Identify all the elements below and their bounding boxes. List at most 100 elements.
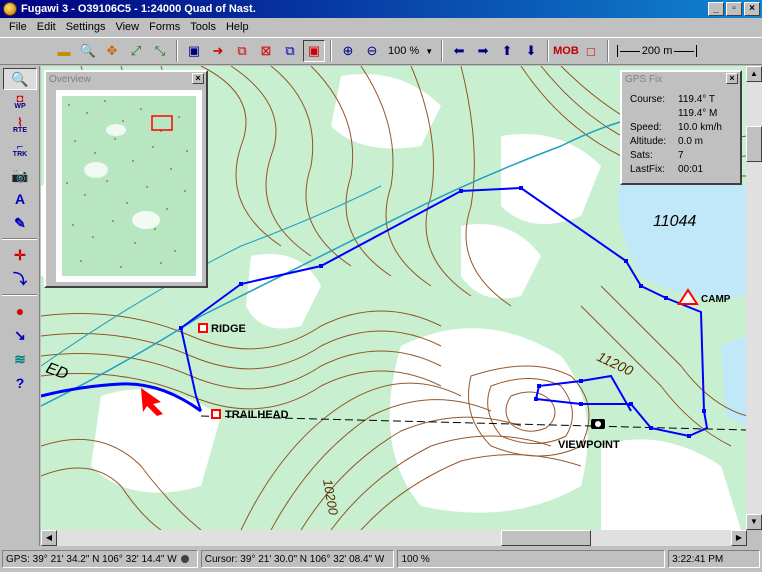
text-tool-icon[interactable]: A bbox=[3, 188, 37, 210]
maximize-button[interactable]: ▫ bbox=[726, 2, 742, 16]
cursor-position-status: Cursor: 39° 21' 30.0" N 106° 32' 08.4" W bbox=[200, 550, 395, 568]
scroll-left-arrow[interactable]: ◀ bbox=[41, 530, 57, 546]
rte-label: RTE bbox=[13, 127, 27, 134]
mob-square-icon[interactable]: □ bbox=[580, 40, 602, 62]
gps-row: LastFix: 00:01 bbox=[630, 162, 722, 176]
vertical-scroll-thumb[interactable] bbox=[746, 126, 762, 162]
zoom-dropdown[interactable]: 100 % ▼ bbox=[384, 45, 437, 57]
gps-label: LastFix: bbox=[630, 163, 666, 175]
gps-fix-title-bar[interactable]: GPS Fix × bbox=[622, 72, 740, 86]
overview-map-canvas[interactable] bbox=[56, 90, 202, 282]
overview-close-button[interactable]: × bbox=[192, 73, 204, 84]
scale-bar: 200 m bbox=[616, 45, 698, 57]
crosshair-icon[interactable]: ✛ bbox=[3, 244, 37, 266]
gps-value: 119.4° M bbox=[678, 107, 718, 119]
route-tool[interactable]: ⌇ RTE bbox=[3, 116, 37, 138]
gps-value: 00:01 bbox=[678, 163, 704, 175]
gps-label: Sats: bbox=[630, 149, 653, 161]
scroll-down-arrow[interactable]: ▼ bbox=[746, 514, 762, 530]
viewpoint-label: VIEWPOINT bbox=[558, 439, 620, 451]
menu-edit[interactable]: Edit bbox=[32, 21, 61, 33]
horizontal-scroll-thumb[interactable] bbox=[501, 530, 591, 546]
overview-panel[interactable]: Overview × bbox=[44, 70, 208, 288]
gps-position-status: GPS: 39° 21' 34.2" N 106° 32' 14.4" W bbox=[2, 550, 198, 568]
arrow-up-icon[interactable]: ⬆ bbox=[496, 40, 518, 62]
map-window-active-icon[interactable]: ▣ bbox=[303, 40, 325, 62]
scale-up-icon[interactable]: ⤢ bbox=[125, 40, 147, 62]
open-folder-icon[interactable]: ▬ bbox=[53, 40, 75, 62]
gps-value: 7 bbox=[678, 149, 684, 161]
map-window-icon[interactable]: ▣ bbox=[183, 40, 205, 62]
map-text-ed: ED bbox=[44, 360, 71, 384]
menu-file[interactable]: File bbox=[4, 21, 32, 33]
menu-help[interactable]: Help bbox=[221, 21, 254, 33]
app-icon bbox=[3, 2, 17, 16]
gps-value: 10.0 km/h bbox=[678, 121, 722, 133]
arrow-right-icon[interactable]: ➡ bbox=[472, 40, 494, 62]
overview-title-bar[interactable]: Overview × bbox=[46, 72, 206, 86]
menu-view[interactable]: View bbox=[110, 21, 144, 33]
overview-title: Overview bbox=[49, 73, 91, 85]
goto-arrow-icon[interactable]: ➜ bbox=[207, 40, 229, 62]
gps-value: 0.0 m bbox=[678, 135, 704, 147]
trailhead-label: TRAILHEAD bbox=[225, 409, 289, 421]
gps-row: Speed: 10.0 km/h bbox=[630, 120, 722, 134]
chevron-down-icon: ▼ bbox=[425, 46, 434, 56]
scale-label: 200 m bbox=[641, 45, 673, 57]
arrow-left-icon[interactable]: ⬅ bbox=[448, 40, 470, 62]
wp-label: WP bbox=[14, 103, 26, 110]
pen-tool-icon[interactable]: ✎ bbox=[3, 212, 37, 234]
pan-icon[interactable]: ✥ bbox=[101, 40, 123, 62]
title-bar: Fugawi 3 - O39106C5 - 1:24000 Quad of Na… bbox=[0, 0, 762, 18]
status-bar: GPS: 39° 21' 34.2" N 106° 32' 14.4" W Cu… bbox=[0, 548, 762, 570]
zoom-status-text: 100 % bbox=[401, 553, 430, 565]
minimize-button[interactable]: _ bbox=[708, 2, 724, 16]
scale-down-icon[interactable]: ⤡ bbox=[149, 40, 171, 62]
menu-settings[interactable]: Settings bbox=[61, 21, 111, 33]
map-frame-red-icon[interactable]: ⧉ bbox=[231, 40, 253, 62]
close-button[interactable]: × bbox=[744, 2, 760, 16]
map-frame-blue-icon[interactable]: ⧉ bbox=[279, 40, 301, 62]
horizontal-scrollbar[interactable]: ◀ ▶ bbox=[41, 530, 747, 546]
gps-fix-close-button[interactable]: × bbox=[726, 73, 738, 84]
route-points-icon[interactable]: ● bbox=[3, 300, 37, 322]
menu-tools[interactable]: Tools bbox=[185, 21, 221, 33]
gps-row: Course: 119.4° T bbox=[630, 92, 722, 106]
cursor-position-text: Cursor: 39° 21' 30.0" N 106° 32' 08.4" W bbox=[204, 553, 385, 565]
menu-forms[interactable]: Forms bbox=[144, 21, 185, 33]
link-icon[interactable]: ⤵ bbox=[3, 268, 37, 290]
camp-label: CAMP bbox=[701, 294, 731, 305]
gps-label bbox=[630, 106, 678, 120]
layers-icon[interactable]: ≋ bbox=[3, 348, 37, 370]
zoom-out-icon[interactable]: ⊖ bbox=[361, 40, 383, 62]
help-icon[interactable]: ? bbox=[3, 372, 37, 394]
route-edit-icon[interactable]: ↘ bbox=[3, 324, 37, 346]
scroll-up-arrow[interactable]: ▲ bbox=[746, 66, 762, 82]
ridge-label: RIDGE bbox=[211, 323, 246, 335]
gps-value: 119.4° T bbox=[678, 93, 715, 105]
gps-label: Course: bbox=[630, 93, 666, 105]
select-magnifier-icon[interactable]: 🔍 bbox=[3, 68, 37, 90]
waypoint-tool[interactable]: ◘ WP bbox=[3, 92, 37, 114]
zoom-in-icon[interactable]: ⊕ bbox=[337, 40, 359, 62]
scroll-right-arrow[interactable]: ▶ bbox=[731, 530, 747, 546]
gps-position-text: GPS: 39° 21' 34.2" N 106° 32' 14.4" W bbox=[6, 553, 177, 565]
gps-fix-table: Course: 119.4° T 119.4° M Speed: 10.0 km/h… bbox=[630, 92, 722, 176]
gps-row: 119.4° M bbox=[630, 106, 722, 120]
mob-button[interactable]: MOB bbox=[553, 45, 579, 57]
toolbar: ▬ 🔍 ✥ ⤢ ⤡ ▣ ➜ ⧉ ⊠ ⧉ ▣ ⊕ ⊖ 100 % ▼ ⬅ ➡ ⬆ … bbox=[0, 37, 762, 65]
gps-fix-title: GPS Fix bbox=[625, 73, 663, 85]
find-icon[interactable]: 🔍 bbox=[77, 40, 99, 62]
track-tool[interactable]: ⌐ TRK bbox=[3, 140, 37, 162]
trk-label: TRK bbox=[12, 151, 28, 158]
zoom-value: 100 % bbox=[388, 45, 420, 57]
arrow-down-icon[interactable]: ⬇ bbox=[520, 40, 542, 62]
waypoint-ridge: RIDGE bbox=[198, 323, 246, 335]
camera-icon[interactable]: 📷 bbox=[3, 164, 37, 186]
gps-row: Sats: 7 bbox=[630, 148, 722, 162]
map-frame-x-icon[interactable]: ⊠ bbox=[255, 40, 277, 62]
gps-fix-panel[interactable]: GPS Fix × Course: 119.4° T 119.4° M Speed… bbox=[620, 70, 742, 185]
left-toolbar: 🔍 ◘ WP ⌇ RTE ⌐ TRK 📷 A ✎ ✛ ⤵ ● ↘ ≋ ? bbox=[0, 66, 40, 546]
vertical-scrollbar[interactable]: ▲ ▼ bbox=[746, 66, 762, 530]
overview-map[interactable] bbox=[56, 90, 202, 282]
